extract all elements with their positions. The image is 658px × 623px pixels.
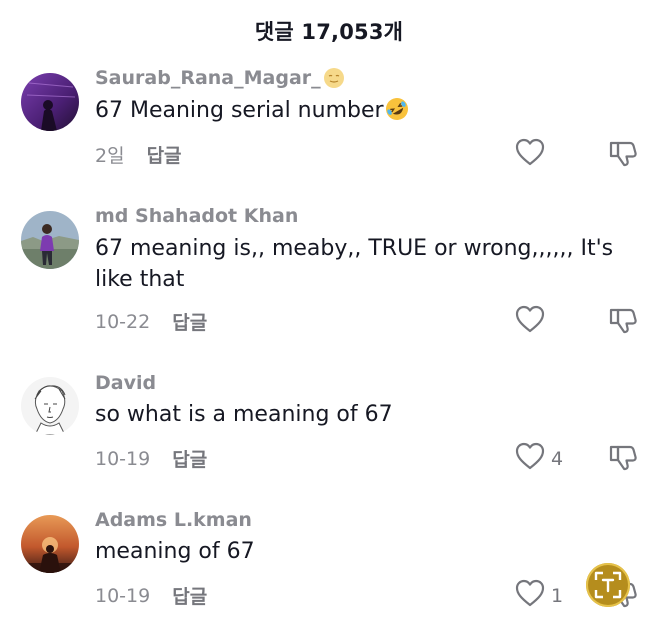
comment-username[interactable]: David: [95, 372, 156, 394]
comment-username[interactable]: md Shahadot Khan: [95, 205, 298, 227]
comment-date: 10-19: [95, 584, 151, 607]
like-button[interactable]: [515, 305, 551, 338]
heart-outline-icon: [515, 305, 545, 338]
reply-button[interactable]: 답글: [147, 141, 182, 168]
dislike-button[interactable]: [608, 305, 638, 339]
avatar[interactable]: [21, 211, 79, 269]
reply-button[interactable]: 답글: [172, 445, 207, 472]
avatar[interactable]: [21, 73, 79, 131]
avatar[interactable]: [21, 377, 79, 435]
heart-outline-icon: [515, 138, 545, 171]
scan-text-icon[interactable]: [586, 563, 630, 607]
like-button[interactable]: 1: [515, 579, 563, 612]
comment-username[interactable]: Adams L.kman: [95, 509, 252, 531]
comment-date: 10-22: [95, 310, 151, 333]
comment-text: 67 meaning is,, meaby,, TRUE or wrong,,,…: [95, 236, 614, 292]
dislike-button[interactable]: [608, 442, 638, 476]
thumbs-down-icon: [608, 308, 638, 339]
thumbs-down-icon: [608, 445, 638, 476]
comment-date: 10-19: [95, 447, 151, 470]
like-count: 1: [551, 584, 564, 607]
like-button[interactable]: 4: [515, 442, 563, 475]
comment-text: 67 Meaning serial number: [95, 95, 643, 130]
comment-meta: 10-22 답글: [95, 308, 207, 335]
reply-button[interactable]: 답글: [172, 308, 207, 335]
comment-meta: 10-19 답글: [95, 445, 207, 472]
comments-count-title: 댓글 17,053개: [254, 20, 404, 44]
comment-username[interactable]: Saurab_Rana_Magar_: [95, 67, 345, 89]
reply-button[interactable]: 답글: [172, 582, 207, 609]
comment-text: meaning of 67: [95, 539, 255, 564]
heart-outline-icon: [515, 442, 545, 475]
comment-meta: 2일 답글: [95, 141, 182, 168]
thumbs-down-icon: [608, 141, 638, 172]
like-count: 4: [551, 447, 564, 470]
comment-text: so what is a meaning of 67: [95, 402, 393, 427]
dislike-button[interactable]: [608, 138, 638, 172]
like-button[interactable]: [515, 138, 551, 171]
smiling-face-icon: [323, 67, 345, 89]
comment-meta: 10-19 답글: [95, 582, 207, 609]
avatar[interactable]: [21, 515, 79, 573]
comments-header: 댓글 17,053개: [0, 0, 658, 62]
comment-date: 2일: [95, 145, 125, 167]
heart-outline-icon: [515, 579, 545, 612]
rolling-on-floor-laughing-icon: [385, 97, 409, 130]
